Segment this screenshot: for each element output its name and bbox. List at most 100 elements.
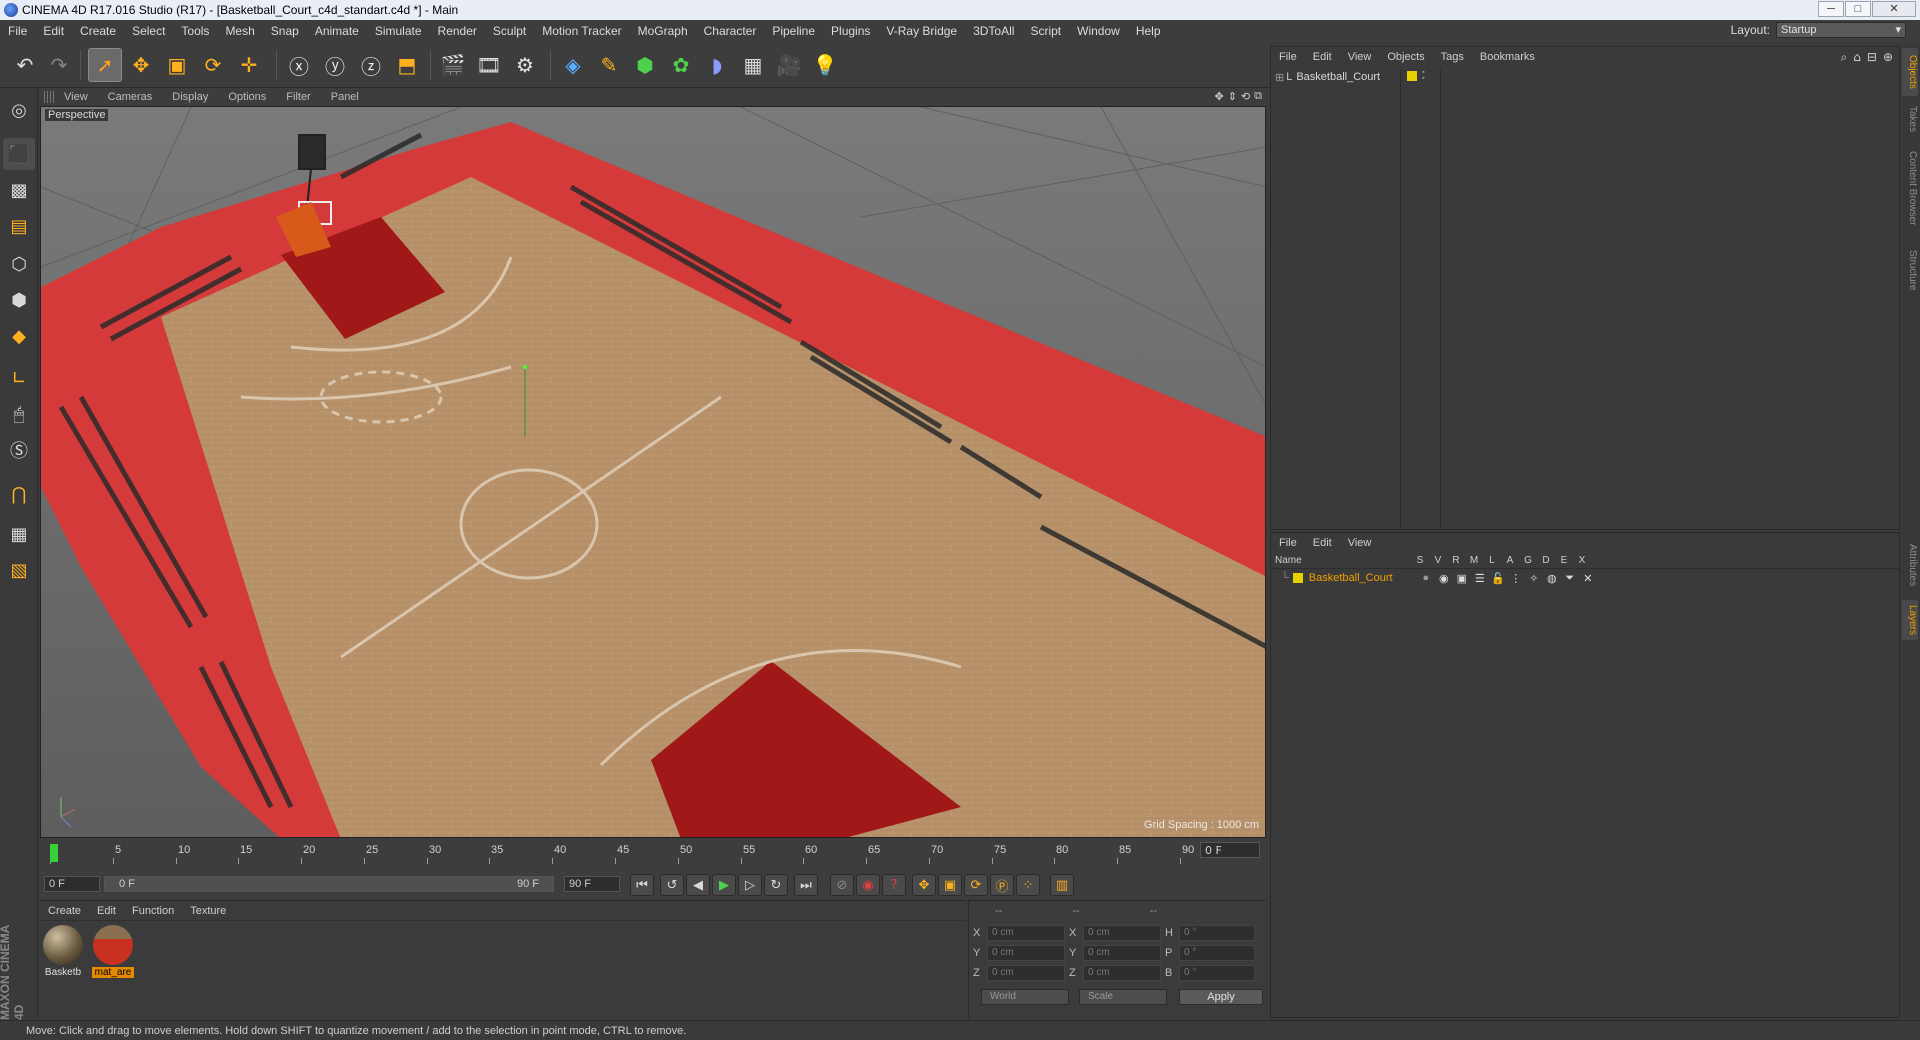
manager-toggle-icon[interactable]: ☰	[1471, 572, 1489, 585]
minimize-button[interactable]: ─	[1818, 1, 1844, 17]
perspective-viewport[interactable]: Perspective Grid Spacing : 1000 cm	[40, 106, 1266, 838]
xrefs-toggle-icon[interactable]: ✕	[1579, 572, 1597, 585]
objects-menu-file[interactable]: File	[1271, 51, 1305, 63]
layers-menu-file[interactable]: File	[1271, 537, 1305, 549]
layers-menu-edit[interactable]: Edit	[1305, 537, 1340, 549]
edges-mode-icon[interactable]: ⬢	[3, 284, 35, 316]
enable-axis-icon[interactable]: ∟	[3, 362, 35, 394]
lock-toggle-icon[interactable]: 🔓	[1489, 572, 1507, 585]
undo-icon[interactable]: ↶	[8, 48, 42, 82]
play-icon[interactable]: ▶	[712, 874, 736, 896]
prev-key-icon[interactable]: ↺	[660, 874, 684, 896]
visible-toggle-icon[interactable]: ◉	[1435, 572, 1453, 585]
expressions-toggle-icon[interactable]: ⏷	[1561, 572, 1579, 585]
menu-sculpt[interactable]: Sculpt	[485, 24, 534, 38]
keyframe-selection-icon[interactable]: ?	[882, 874, 906, 896]
tab-structure[interactable]: Structure	[1902, 242, 1918, 298]
tab-content-browser[interactable]: Content Browser	[1902, 140, 1918, 236]
next-frame-icon[interactable]: ▷	[738, 874, 762, 896]
render-view-icon[interactable]: 🎬	[436, 48, 470, 82]
deformer-icon[interactable]: ◗	[700, 48, 734, 82]
tab-layers[interactable]: Layers	[1902, 600, 1918, 640]
menu-render[interactable]: Render	[430, 24, 485, 38]
workplane-icon[interactable]: ▤	[3, 210, 35, 242]
subdivision-surface-icon[interactable]: ⬢	[628, 48, 662, 82]
tab-attributes[interactable]: Attributes	[1902, 534, 1918, 596]
animation-toggle-icon[interactable]: ⋮	[1507, 572, 1525, 585]
menu-select[interactable]: Select	[124, 24, 173, 38]
new-view-icon[interactable]: ⊕	[1883, 50, 1893, 65]
layout-dropdown[interactable]: Startup	[1776, 22, 1906, 38]
tweak-mode-icon[interactable]: 🖱	[3, 398, 35, 430]
expand-icon[interactable]: ⊞	[1275, 71, 1284, 84]
visibility-dots-icon[interactable]: • •	[1421, 69, 1426, 83]
maximize-view-icon[interactable]: ⧉	[1254, 90, 1262, 103]
workplane-lock-icon[interactable]: ▦	[3, 518, 35, 550]
column-solo[interactable]: S	[1411, 555, 1429, 568]
layer-color-icon[interactable]	[1292, 573, 1303, 583]
material-swatch[interactable]: Basketb	[42, 925, 84, 978]
menu-file[interactable]: File	[0, 24, 35, 38]
menu-motion-tracker[interactable]: Motion Tracker	[534, 24, 629, 38]
timeline-window-icon[interactable]: ▥	[1050, 874, 1074, 896]
scale-icon[interactable]: ▣	[160, 48, 194, 82]
solo-toggle-icon[interactable]: ●	[1417, 572, 1435, 584]
move-icon[interactable]: ✥	[124, 48, 158, 82]
frame-ruler[interactable]: 051015202530354045505560657075808590	[50, 842, 1194, 864]
y-axis-lock-icon[interactable]: ⓨ	[318, 48, 352, 82]
layer-color-tag-icon[interactable]	[1407, 71, 1417, 81]
material-menu-texture[interactable]: Texture	[182, 905, 234, 917]
tab-objects[interactable]: Objects	[1902, 48, 1918, 96]
column-xrefs[interactable]: X	[1573, 555, 1591, 568]
column-manager[interactable]: M	[1465, 555, 1483, 568]
viewport-menu-filter[interactable]: Filter	[276, 91, 320, 103]
model-mode-icon[interactable]: ⬛	[3, 138, 35, 170]
objects-menu-tags[interactable]: Tags	[1433, 51, 1472, 63]
menu-pipeline[interactable]: Pipeline	[764, 24, 823, 38]
generators-toggle-icon[interactable]: ✧	[1525, 572, 1543, 585]
menu-mograph[interactable]: MoGraph	[630, 24, 696, 38]
floor-scene-icon[interactable]: ▦	[736, 48, 770, 82]
render-picture-viewer-icon[interactable]: 🎞	[472, 48, 506, 82]
viewport-menu-view[interactable]: View	[54, 91, 98, 103]
material-swatch-selected[interactable]: mat_are	[92, 925, 134, 978]
layer-row[interactable]: └ Basketball_Court ● ◉ ▣ ☰ 🔓 ⋮ ✧ ◍ ⏷ ✕	[1271, 571, 1899, 585]
close-button[interactable]: ✕	[1872, 1, 1916, 17]
column-generators[interactable]: G	[1519, 555, 1537, 568]
menu-create[interactable]: Create	[72, 24, 124, 38]
rotation-p-field[interactable]: 0 °	[1179, 945, 1255, 961]
solo-icon[interactable]: Ⓢ	[3, 434, 35, 466]
points-mode-icon[interactable]: ⬡	[3, 248, 35, 280]
search-icon[interactable]: ⌕	[1841, 50, 1848, 65]
size-y-field[interactable]: 0 cm	[1083, 945, 1161, 961]
x-axis-lock-icon[interactable]: ⓧ	[282, 48, 316, 82]
light-icon[interactable]: 💡	[808, 48, 842, 82]
quantize-icon[interactable]: ▧	[3, 554, 35, 586]
snap-magnet-icon[interactable]: ⋂	[3, 478, 35, 510]
render-toggle-icon[interactable]: ▣	[1453, 572, 1471, 585]
column-animation[interactable]: A	[1501, 555, 1519, 568]
column-visible[interactable]: V	[1429, 555, 1447, 568]
material-menu-function[interactable]: Function	[124, 905, 182, 917]
viewport-camera-label[interactable]: Perspective	[45, 109, 109, 121]
polygons-mode-icon[interactable]: ◆	[3, 320, 35, 352]
rotation-b-field[interactable]: 0 °	[1179, 965, 1255, 981]
goto-end-icon[interactable]: ⏭	[794, 874, 818, 896]
viewport-menu-panel[interactable]: Panel	[321, 91, 369, 103]
transform-mode-dropdown[interactable]: Scale	[1079, 989, 1167, 1005]
home-icon[interactable]: ⌂	[1853, 50, 1861, 65]
material-menu-create[interactable]: Create	[40, 905, 89, 917]
column-name[interactable]: Name	[1271, 555, 1411, 568]
pan-view-icon[interactable]: ✥	[1214, 90, 1223, 103]
menu-plugins[interactable]: Plugins	[823, 24, 878, 38]
goto-start-icon[interactable]: ⏮	[630, 874, 654, 896]
menu-window[interactable]: Window	[1069, 24, 1128, 38]
menu-edit[interactable]: Edit	[35, 24, 72, 38]
maximize-button[interactable]: □	[1845, 1, 1871, 17]
camera-icon[interactable]: 🎥	[772, 48, 806, 82]
objects-menu-bookmarks[interactable]: Bookmarks	[1472, 51, 1543, 63]
menu-3dtoall[interactable]: 3DToAll	[965, 24, 1022, 38]
menu-vray-bridge[interactable]: V-Ray Bridge	[878, 24, 965, 38]
record-keys-icon[interactable]: ⊘	[830, 874, 854, 896]
position-y-field[interactable]: 0 cm	[987, 945, 1065, 961]
